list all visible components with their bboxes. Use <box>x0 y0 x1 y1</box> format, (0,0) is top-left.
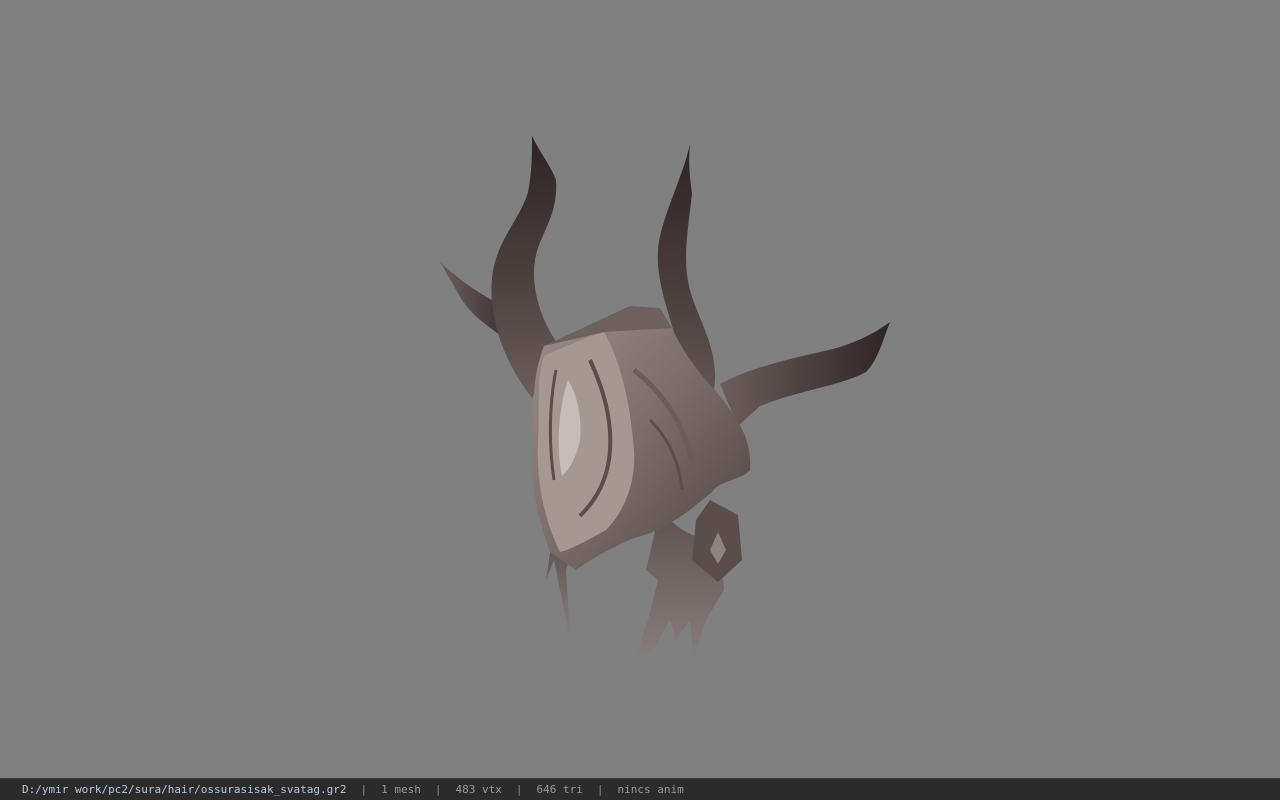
vertex-count: 483 vtx <box>455 783 502 796</box>
horned-helmet-model[interactable] <box>420 120 920 680</box>
model-viewport[interactable] <box>0 0 1280 778</box>
separator: | <box>515 783 523 796</box>
separator: | <box>360 783 368 796</box>
file-path: D:/ymir work/pc2/sura/hair/ossurasisak_s… <box>22 783 347 796</box>
mesh-count: 1 mesh <box>381 783 421 796</box>
separator: | <box>434 783 442 796</box>
right-side-horn <box>720 322 890 426</box>
separator: | <box>596 783 604 796</box>
status-bar: D:/ymir work/pc2/sura/hair/ossurasisak_s… <box>0 778 1280 800</box>
anim-status: nincs anim <box>617 783 684 796</box>
triangle-count: 646 tri <box>536 783 583 796</box>
